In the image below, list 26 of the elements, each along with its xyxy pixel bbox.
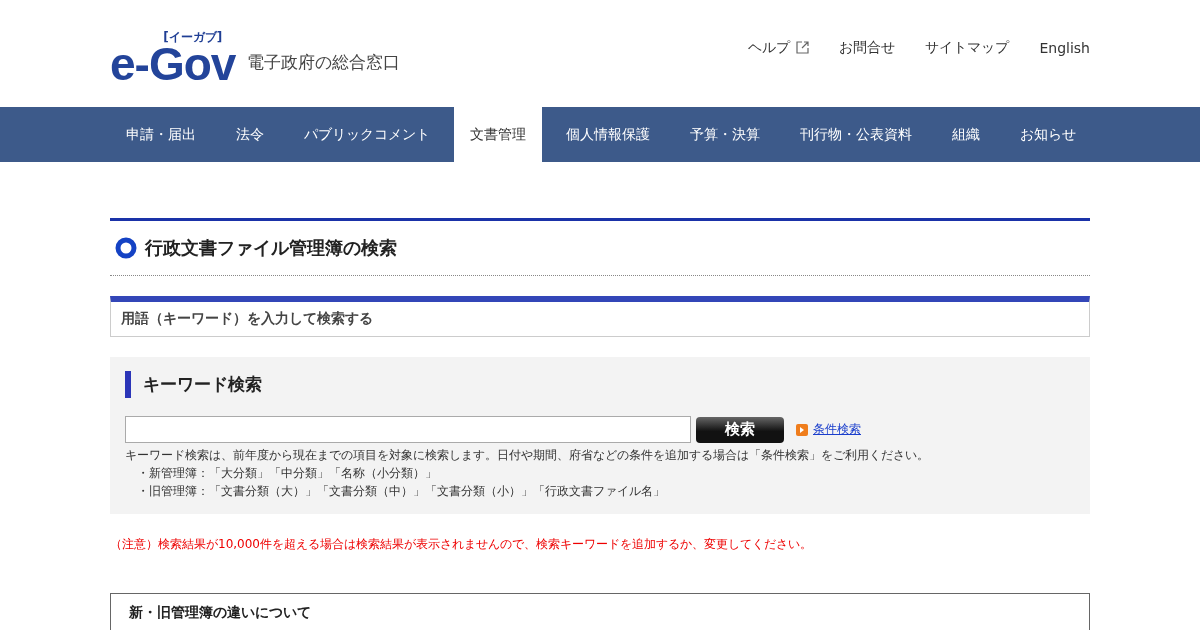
nav-tab[interactable]: 刊行物・公表資料 — [784, 107, 928, 162]
header-link[interactable]: お問合せ — [839, 38, 896, 57]
header-link[interactable]: サイトマップ — [925, 38, 1010, 57]
logo-tagline: 電子政府の総合窓口 — [247, 51, 401, 74]
circle-icon — [115, 237, 137, 259]
nav-tab[interactable]: 法令 — [220, 107, 280, 162]
help-text: キーワード検索は、前年度から現在までの項目を対象に検索します。日付や期間、府省などの条件を追加する場合は「条件検索」をご利用ください。 — [125, 447, 930, 464]
logo-reading: [イーガブ] — [163, 30, 223, 43]
nav-tab[interactable]: 個人情報保護 — [550, 107, 666, 162]
notice-text: （注意）検索結果が10,000件を超える場合は検索結果が表示されませんので、検索キーワードを追加するか、変更してください。 — [110, 536, 813, 553]
info-title: 新・旧管理簿の違いについて — [129, 604, 311, 620]
page-title: 行政文書ファイル管理簿の検索 — [145, 236, 397, 260]
help-bullet: ・新管理簿：「大分類」「中分類」「名称（小分類）」 — [136, 465, 438, 482]
search-button[interactable]: 検索 — [696, 416, 784, 443]
nav-tab[interactable]: 組織 — [936, 107, 996, 162]
nav-tab[interactable]: お知らせ — [1004, 107, 1092, 162]
nav-tab[interactable]: 文書管理 — [454, 107, 542, 162]
keyword-input[interactable] — [125, 416, 691, 443]
advanced-search-link[interactable]: 条件検索 — [813, 421, 861, 438]
header-link[interactable]: English — [1039, 39, 1090, 56]
help-bullet: ・旧管理簿：「文書分類（大）」「文書分類（中）」「文書分類（小）」「行政文書ファイル名」 — [136, 483, 666, 500]
nav-tab[interactable]: パブリックコメント — [288, 107, 446, 162]
header-link[interactable]: ヘルプ — [748, 38, 810, 57]
nav-tab[interactable]: 予算・決算 — [674, 107, 776, 162]
panel-heading: キーワード検索 — [125, 371, 1075, 398]
nav-tab[interactable]: 申請・届出 — [110, 107, 212, 162]
